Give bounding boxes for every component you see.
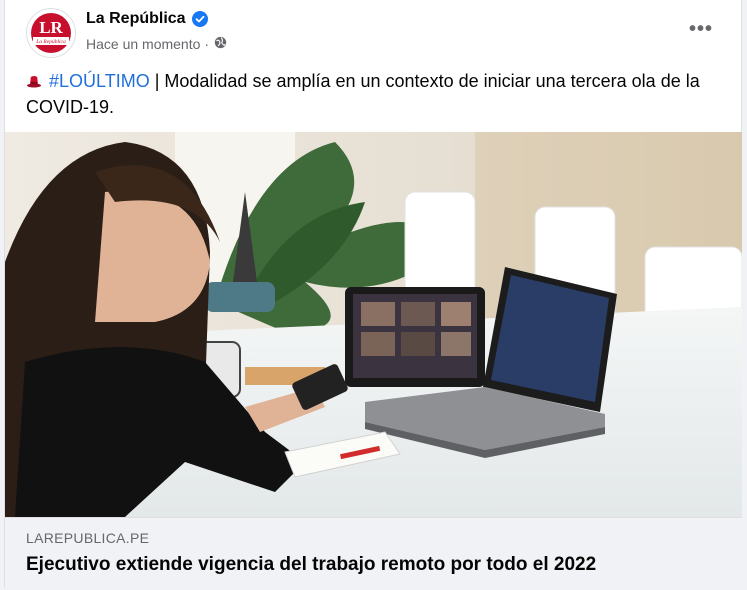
logo-subtext: La República (35, 39, 66, 45)
verified-badge-icon (191, 11, 208, 27)
globe-icon[interactable] (214, 36, 227, 52)
post-header: LR La República La República Hace un mom… (5, 0, 741, 62)
page-avatar[interactable]: LR La República (26, 8, 76, 58)
post-text: #LOÚLTIMO | Modalidad se amplía en un co… (26, 68, 726, 120)
woman-remote-work-photo (5, 132, 742, 517)
page-name[interactable]: La República (86, 10, 208, 28)
hashtag-link[interactable]: #LOÚLTIMO (49, 71, 150, 91)
meta-separator: · (204, 36, 210, 52)
more-options-icon[interactable]: ••• (689, 18, 713, 41)
post-meta: Hace un momento · (86, 36, 227, 52)
link-headline[interactable]: Ejecutivo extiende vigencia del trabajo … (26, 554, 596, 576)
text-separator: | (149, 71, 165, 91)
post-card: LR La República La República Hace un mom… (4, 0, 742, 588)
link-preview-footer[interactable]: LAREPUBLICA.PE Ejecutivo extiende vigenc… (5, 517, 742, 588)
red-hat-emoji-icon (26, 71, 49, 91)
link-domain: LAREPUBLICA.PE (26, 530, 150, 546)
logo-text: LR (39, 18, 63, 37)
la-republica-logo-icon: LR La República (28, 10, 74, 56)
page-name-label[interactable]: La República (86, 10, 186, 28)
link-preview-image[interactable] (5, 132, 742, 517)
post-timestamp[interactable]: Hace un momento (86, 36, 200, 52)
